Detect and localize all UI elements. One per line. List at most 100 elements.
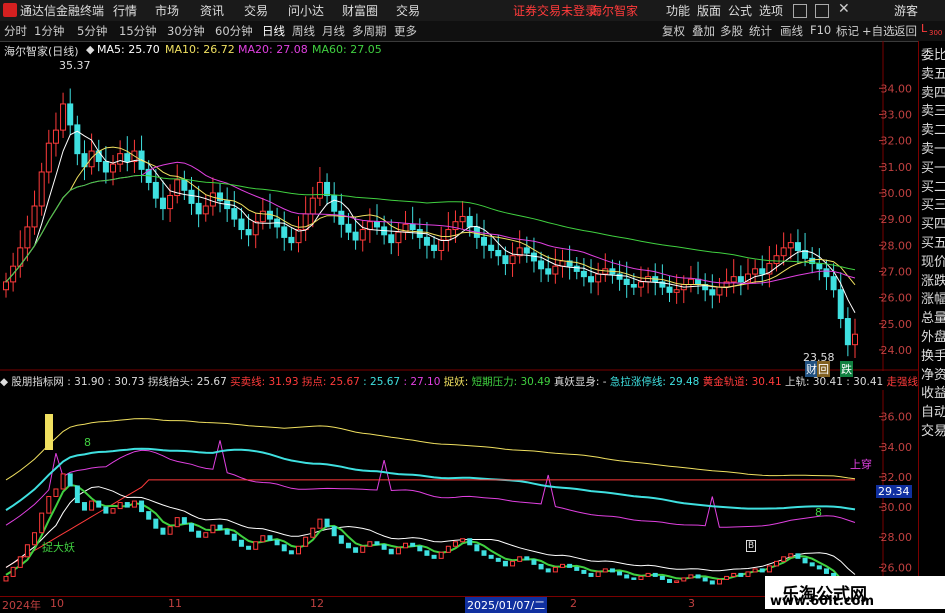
menu-gongshi[interactable]: 公式 [728,2,752,19]
tool-diejia[interactable]: 叠加 [692,23,715,39]
period-multi[interactable]: 多周期 [352,23,387,39]
menu-jiaoyi[interactable]: 交易 [244,2,268,19]
indicator-candle [488,554,494,559]
indicator-candle [403,542,409,549]
ma10-line [5,146,856,288]
side-panel-item[interactable]: 涨幅 [921,288,945,307]
indicator-white-line [5,486,856,575]
indicator-candle [74,485,80,504]
side-panel-item[interactable]: 买四 [921,213,945,232]
candle [502,255,509,265]
indicator-candle [267,535,273,541]
candle [588,276,595,283]
price-chart[interactable]: 34.00 33.00 32.00 31.00 30.00 29.00 28.00 27.00… [0,41,918,371]
mode-badge[interactable]: L 300 [918,21,945,41]
current-stock-name: 海尔智家 [590,4,639,18]
indicator-candle [781,556,787,562]
price-axis-label: 25.00 [881,318,913,331]
side-panel-item[interactable]: 卖二 [921,119,945,138]
close-icon[interactable]: ✕ [838,1,850,17]
tool-add-watchlist[interactable]: +自选 [862,23,895,39]
period-5min[interactable]: 5分钟 [77,23,107,39]
side-panel-item[interactable]: 买一 [921,157,945,176]
side-panel-item[interactable]: 收益 [921,382,945,401]
tool-duogu[interactable]: 多股 [720,23,743,39]
period-30min[interactable]: 30分钟 [167,23,205,39]
period-60min[interactable]: 60分钟 [215,23,253,39]
menu-caifuquan[interactable]: 财富圈 [342,2,378,19]
side-panel-item[interactable]: 买三 [921,194,945,213]
side-panel-item[interactable]: 买二 [921,176,945,195]
menu-xuanxiang[interactable]: 选项 [759,2,783,19]
indicator-candle [60,473,66,490]
maximize-icon[interactable] [815,4,829,18]
period-month[interactable]: 月线 [322,23,345,39]
side-panel-item[interactable]: 卖五 [921,63,945,82]
period-1min[interactable]: 1分钟 [34,23,64,39]
side-panel-item[interactable]: 净资 [921,364,945,383]
candle [509,255,516,265]
side-panel-item[interactable]: 委比 [921,44,945,63]
indicator-candle [124,502,130,508]
tool-tongji[interactable]: 统计 [749,23,772,39]
indicator-name[interactable]: 股朋指标网 [11,376,64,388]
period-more[interactable]: 更多 [394,23,417,39]
candle [737,276,744,283]
indicator-v1: : 31.90 [67,376,105,388]
menu-shichang[interactable]: 市场 [155,2,179,19]
candle [388,234,395,244]
period-fenshi[interactable]: 分时 [4,23,27,39]
side-panel-item[interactable]: 外盘 [921,326,945,345]
candle [438,239,445,251]
indicator-candle [167,526,173,535]
menu-banmian[interactable]: 版面 [697,2,721,19]
indicator-candle [46,496,52,514]
indicator-dropdown-icon[interactable]: ◆ [0,376,8,388]
side-panel-item[interactable]: 涨跌 [921,270,945,289]
menu-zixun[interactable]: 资讯 [200,2,224,19]
candle [844,318,851,346]
menu-hangqing[interactable]: 行情 [113,2,137,19]
candle [245,229,252,236]
menu-gongneng[interactable]: 功能 [666,2,690,19]
candle [24,226,31,249]
guest-label[interactable]: 游客 [894,2,918,19]
candle [159,197,166,210]
tool-biaoji[interactable]: 标记 [836,23,859,39]
side-panel-item[interactable]: 自动 [921,401,945,420]
period-15min[interactable]: 15分钟 [119,23,157,39]
indicator-candle [595,571,601,577]
candle [117,153,124,165]
side-panel-item[interactable]: 买五 [921,232,945,251]
eight-tag-2: 8 [815,506,822,519]
indicator-chart[interactable]: 36.0034.0032.0030.0028.0026.0014:5614:56… [0,390,918,596]
period-toolbar: 分时 1分钟 5分钟 15分钟 30分钟 60分钟 日线 周线 月线 多周期 更… [0,21,945,42]
menu-wenxiaoda[interactable]: 问小达 [288,2,324,19]
ma60-line [5,174,856,283]
tool-fuquan[interactable]: 复权 [662,23,685,39]
tool-huaxian[interactable]: 画线 [780,23,803,39]
side-panel-item[interactable]: 现价 [921,251,945,270]
tool-f10[interactable]: F10 [810,23,831,37]
period-day[interactable]: 日线 [262,23,285,39]
candle [45,142,52,173]
indicator-candle [39,512,45,534]
candle [695,278,702,285]
candle [687,278,694,285]
candle [338,210,345,225]
tool-back[interactable]: 返回 [894,23,917,39]
side-panel-item[interactable]: 交易 [921,420,945,439]
candle [773,255,780,265]
side-panel-item[interactable]: 卖四 [921,82,945,101]
menu-jiaoyi-2[interactable]: 交易 [396,2,420,19]
indicator-candle [381,544,387,550]
trade-login-notice[interactable]: 证券交易未登录 [513,2,597,19]
side-panel-item[interactable]: 卖一 [921,138,945,157]
side-panel-item[interactable]: 卖三 [921,100,945,119]
period-week[interactable]: 周线 [292,23,315,39]
side-panel-item[interactable]: 换手 [921,345,945,364]
minimize-icon[interactable] [793,4,807,18]
candle [202,205,209,215]
date-label-2: 2 [570,597,577,610]
side-panel-item[interactable]: 总量 [921,307,945,326]
